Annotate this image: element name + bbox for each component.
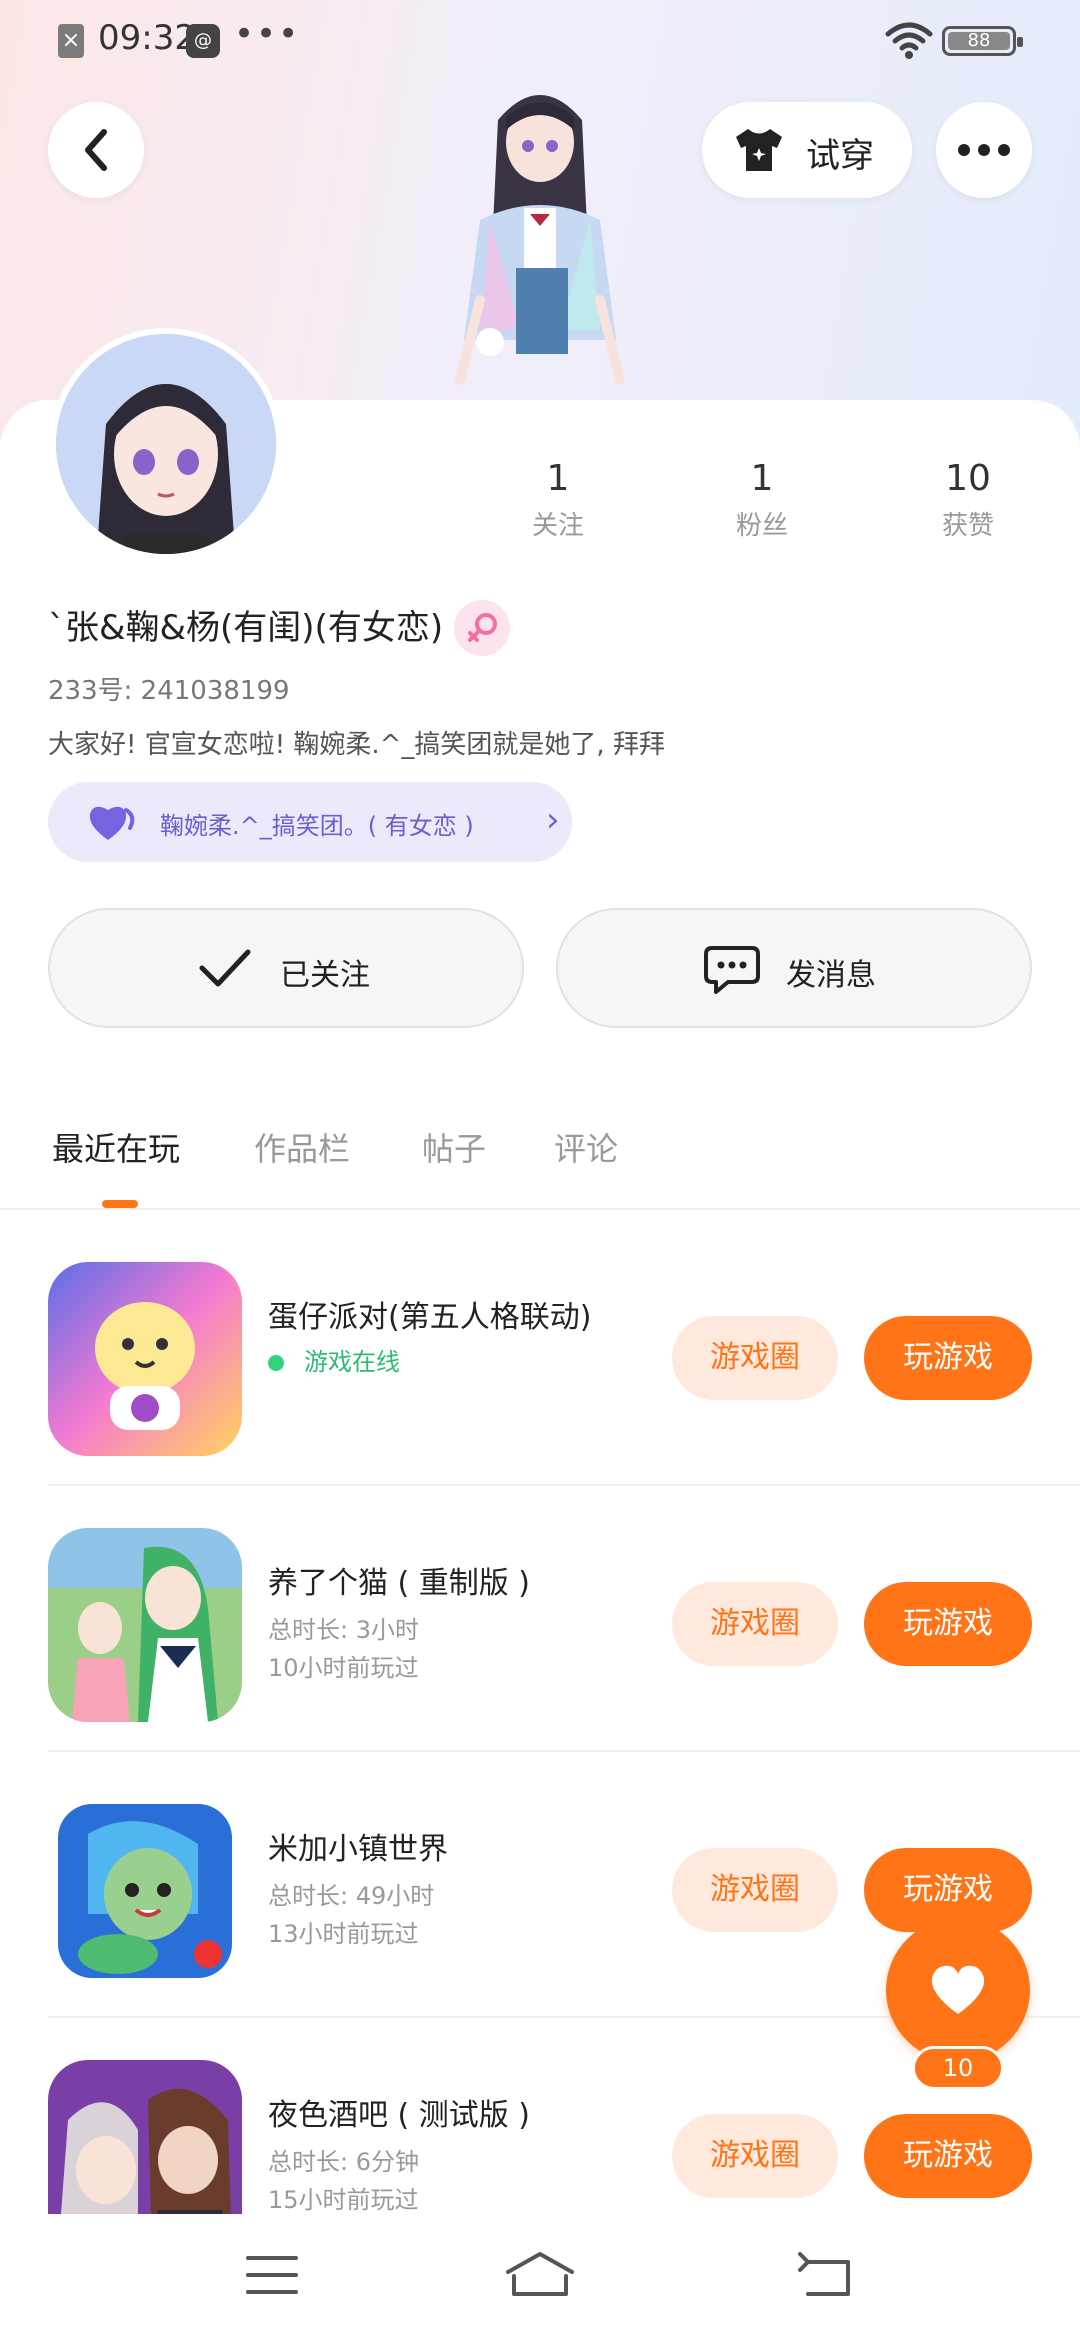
profile-uid: 233号: 241038199 [48, 676, 290, 706]
tshirt-icon [736, 129, 782, 171]
system-navigation-bar [0, 2214, 1080, 2340]
game-last-played: 15小时前玩过 [268, 2186, 419, 2214]
more-dots-icon [958, 144, 1010, 156]
send-message-label: 发消息 [786, 958, 876, 993]
avatar-portrait-image [56, 334, 276, 554]
heart-icon [931, 1965, 985, 2014]
tab-comments[interactable]: 评论 [554, 1124, 618, 1170]
chevron-left-icon [85, 129, 107, 171]
chat-bubble-icon [704, 946, 760, 994]
game-total-time: 总时长: 3小时 [268, 1616, 419, 1644]
profile-bio: 大家好! 官宣女恋啦! 鞠婉柔.^_搞笑团就是她了, 拜拜 [48, 730, 665, 760]
stat-fans-label: 粉丝 [735, 511, 788, 541]
game-circle-button[interactable]: 游戏圈 [672, 1848, 838, 1932]
game-icon-miga-town[interactable] [48, 1794, 242, 1988]
like-count-badge: 10 [912, 2046, 1004, 2090]
play-game-button[interactable]: 玩游戏 [864, 1582, 1032, 1666]
home-icon[interactable] [504, 2250, 576, 2300]
chevron-right-icon: › [546, 800, 560, 840]
game-last-played: 10小时前玩过 [268, 1654, 419, 1682]
profile-tabs: 最近在玩 作品栏 帖子 评论 [0, 1116, 1080, 1212]
followed-label: 已关注 [280, 958, 370, 993]
battery-icon: 88 [942, 26, 1023, 56]
stat-fans-count: 1 [750, 458, 774, 499]
game-row[interactable]: 养了个猫 ( 重制版 ) 总时长: 3小时 10小时前玩过 游戏圈 玩游戏 [48, 1488, 1080, 1752]
notification-x-icon: × [58, 24, 84, 58]
play-game-button[interactable]: 玩游戏 [864, 1316, 1032, 1400]
back-nav-icon[interactable] [796, 2250, 856, 2300]
game-title: 养了个猫 ( 重制版 ) [268, 1566, 531, 1601]
tab-active-indicator [102, 1200, 138, 1208]
try-on-label: 试穿 [806, 136, 874, 176]
group-chip-label: 鞠婉柔.^_搞笑团。( 有女恋 ) [160, 812, 474, 840]
tab-recently-played[interactable]: 最近在玩 [52, 1124, 180, 1170]
game-last-played: 13小时前玩过 [268, 1920, 419, 1948]
stat-following-count: 1 [546, 458, 570, 499]
stat-following-label: 关注 [531, 511, 584, 541]
status-time: 09:32 [98, 18, 196, 58]
menu-icon[interactable] [244, 2250, 300, 2300]
wifi-icon [885, 22, 933, 59]
game-online-label: 游戏在线 [304, 1348, 400, 1376]
game-circle-button[interactable]: 游戏圈 [672, 1582, 838, 1666]
tab-works[interactable]: 作品栏 [254, 1124, 350, 1170]
game-circle-button[interactable]: 游戏圈 [672, 1316, 838, 1400]
game-icon-cat[interactable] [48, 1528, 242, 1722]
game-icon-eggy-party[interactable] [48, 1262, 242, 1456]
stat-likes-label: 获赞 [941, 511, 994, 541]
group-chip[interactable]: 鞠婉柔.^_搞笑团。( 有女恋 ) › [48, 782, 572, 862]
followed-button[interactable]: 已关注 [48, 908, 524, 1028]
stat-likes[interactable]: 10 获赞 [898, 458, 1038, 542]
game-title: 夜色酒吧 ( 测试版 ) [268, 2098, 531, 2133]
profile-avatar[interactable] [50, 328, 282, 560]
status-bar: × 09:32 @ ••• 88 [0, 0, 1080, 80]
battery-level: 88 [948, 32, 1010, 50]
stat-fans[interactable]: 1 粉丝 [692, 458, 832, 542]
checkmark-icon [199, 949, 251, 987]
group-heart-icon [89, 806, 135, 840]
play-game-button[interactable]: 玩游戏 [864, 2114, 1032, 2198]
female-gender-icon [454, 600, 510, 656]
divider [0, 1208, 1080, 1210]
more-options-button[interactable] [936, 102, 1032, 198]
stat-following[interactable]: 1 关注 [488, 458, 628, 542]
game-circle-button[interactable]: 游戏圈 [672, 2114, 838, 2198]
notification-app-icon: @ [186, 24, 220, 58]
game-row[interactable]: 蛋仔派对(第五人格联动) 游戏在线 游戏圈 玩游戏 [48, 1222, 1080, 1486]
game-total-time: 总时长: 49小时 [268, 1882, 435, 1910]
avatar-3d-figure [455, 95, 625, 385]
game-title: 米加小镇世界 [268, 1832, 448, 1867]
send-message-button[interactable]: 发消息 [556, 908, 1032, 1028]
divider [48, 1750, 1080, 1752]
game-title: 蛋仔派对(第五人格联动) [268, 1300, 592, 1335]
game-online-status: 游戏在线 [268, 1342, 400, 1377]
status-more-dots: ••• [234, 14, 301, 54]
try-on-button[interactable]: 试穿 [702, 102, 912, 198]
online-dot-icon [268, 1355, 284, 1371]
like-button[interactable] [886, 1918, 1030, 2062]
stat-likes-count: 10 [945, 458, 991, 499]
profile-name: `张&鞠&杨(有闺)(有女恋) [48, 608, 444, 648]
back-button[interactable] [48, 102, 144, 198]
game-total-time: 总时长: 6分钟 [268, 2148, 419, 2176]
tab-posts[interactable]: 帖子 [422, 1124, 486, 1170]
divider [48, 1484, 1080, 1486]
